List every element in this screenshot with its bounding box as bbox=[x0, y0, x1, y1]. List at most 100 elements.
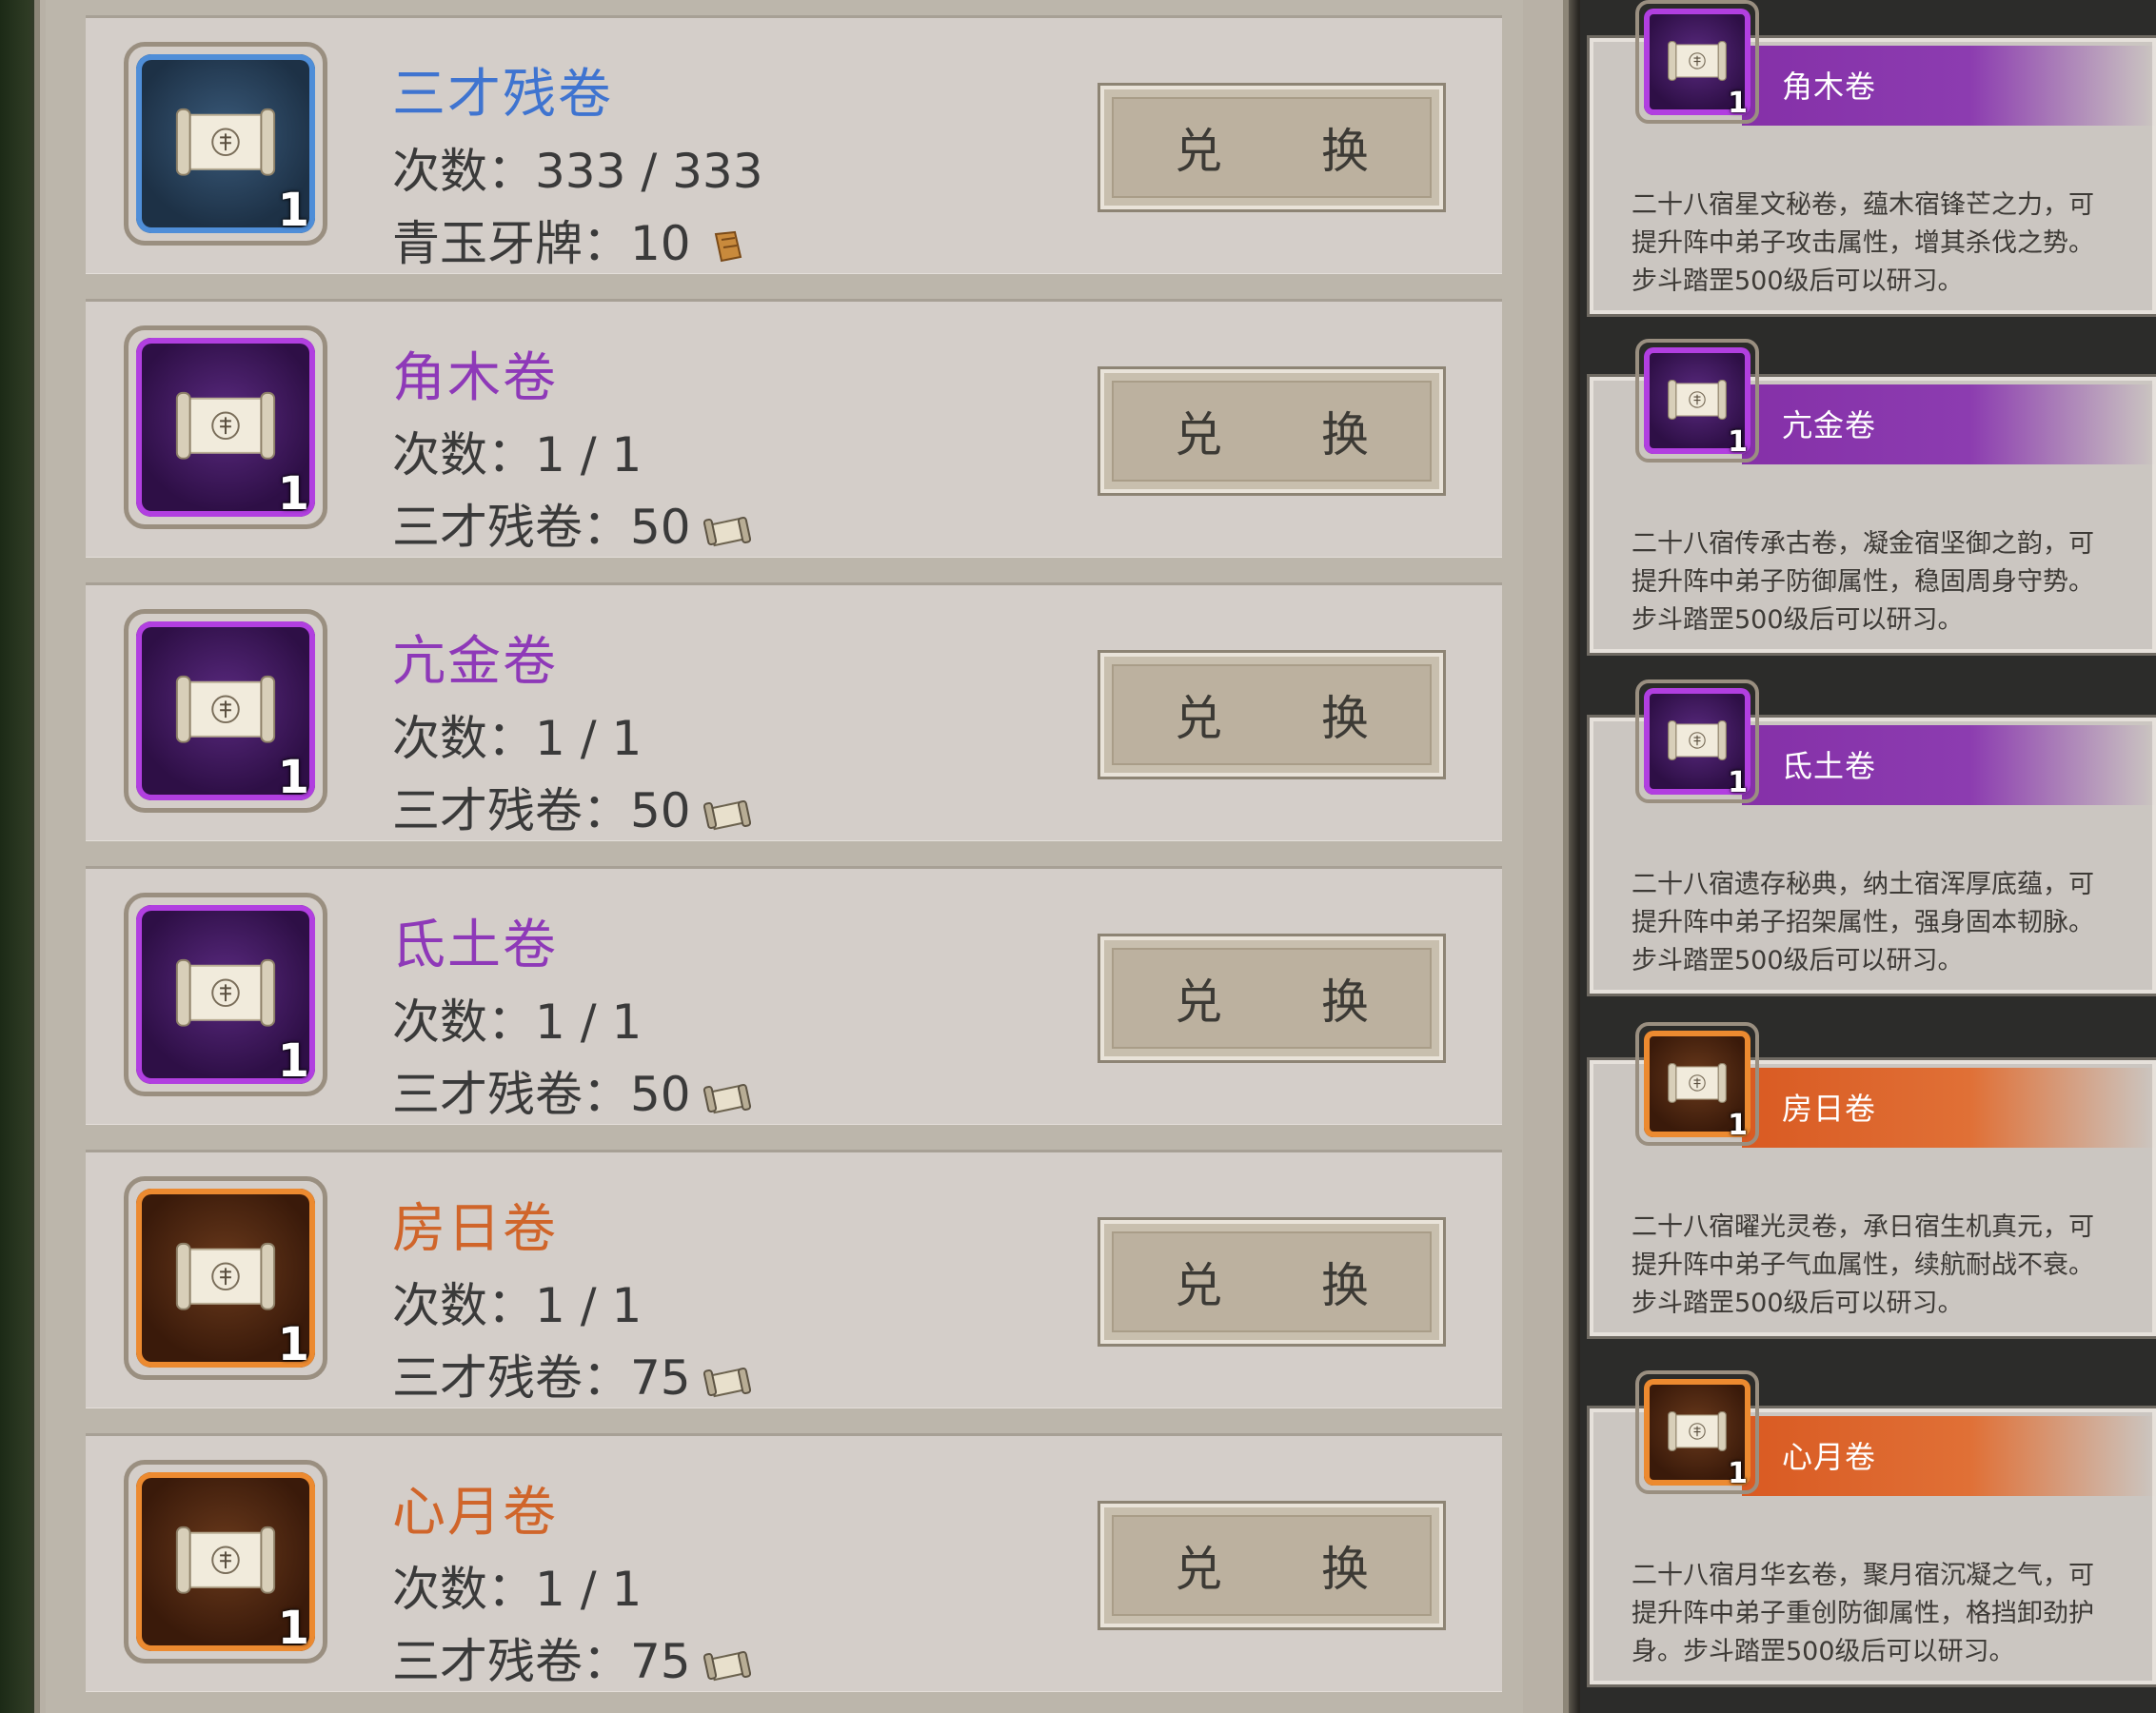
item-count: 1 bbox=[277, 751, 309, 804]
card-item-count: 1 bbox=[1728, 1457, 1748, 1490]
scroll-fragment-icon bbox=[702, 1650, 751, 1681]
card-description-line: 提升阵中弟子招架属性，强身固本韧脉。 bbox=[1632, 908, 2094, 937]
exchange-row: 1 心月卷次数：1 / 1 三才残卷：75 兑 换 bbox=[86, 1433, 1502, 1692]
card-item-icon[interactable]: 1 bbox=[1635, 679, 1759, 803]
exchange-cost-text: 三才残卷：50 bbox=[392, 1067, 691, 1122]
exchange-cost: 三才残卷：50 bbox=[392, 1056, 752, 1125]
exchange-button[interactable]: 兑 换 bbox=[1098, 1217, 1446, 1347]
scroll-fragment-icon bbox=[702, 516, 751, 546]
item-info-card: 心月卷 1 二十八宿月华玄卷，聚月宿沉凝之气，可 提升阵中弟子重创防御属性，格挡卸劲… bbox=[1587, 1370, 2156, 1687]
item-count: 1 bbox=[277, 184, 309, 237]
card-description: 二十八宿曜光灵卷，承日宿生机真元，可 提升阵中弟子气血属性，续航耐战不衰。 步斗踏罡… bbox=[1632, 1209, 2126, 1323]
card-item-icon[interactable]: 1 bbox=[1635, 1022, 1759, 1146]
exchange-times: 次数：1 / 1 bbox=[392, 994, 643, 1050]
card-description-line: 步斗踏罡500级后可以研习。 bbox=[1632, 1289, 1964, 1318]
card-description: 二十八宿月华玄卷，聚月宿沉凝之气，可 提升阵中弟子重创防御属性，格挡卸劲护 身。步斗… bbox=[1632, 1557, 2126, 1671]
card-title: 氐土卷 bbox=[1782, 748, 1877, 784]
card-item-count: 1 bbox=[1728, 87, 1748, 120]
scroll-icon bbox=[1668, 40, 1727, 81]
scroll-fragment-icon bbox=[702, 1367, 751, 1397]
exchange-cost: 三才残卷：50 bbox=[392, 773, 752, 841]
scroll-icon bbox=[1668, 1410, 1727, 1451]
exchange-row: 1 房日卷次数：1 / 1 三才残卷：75 兑 换 bbox=[86, 1150, 1502, 1408]
scroll-icon bbox=[1668, 1062, 1727, 1103]
item-info-card: 角木卷 1 二十八宿星文秘卷，蕴木宿锋芒之力，可 提升阵中弟子攻击属性，增其杀伐之势… bbox=[1587, 0, 2156, 317]
item-name: 亢金卷 bbox=[392, 631, 558, 693]
card-description-line: 二十八宿星文秘卷，蕴木宿锋芒之力，可 bbox=[1632, 190, 2094, 220]
exchange-cost-text: 青玉牙牌：10 bbox=[392, 216, 691, 271]
scroll-fragment-icon bbox=[702, 799, 751, 830]
scroll-icon bbox=[175, 108, 276, 176]
item-icon-slot[interactable]: 1 bbox=[124, 325, 327, 529]
jade-token-icon bbox=[714, 230, 742, 262]
exchange-button[interactable]: 兑 换 bbox=[1098, 934, 1446, 1063]
card-description-line: 提升阵中弟子气血属性，续航耐战不衰。 bbox=[1632, 1250, 2094, 1280]
scroll-icon bbox=[1668, 719, 1727, 760]
card-description-line: 提升阵中弟子防御属性，稳固周身守势。 bbox=[1632, 567, 2094, 597]
item-icon-slot[interactable]: 1 bbox=[124, 893, 327, 1096]
card-title: 房日卷 bbox=[1782, 1091, 1877, 1127]
exchange-cost: 青玉牙牌：10 bbox=[392, 206, 752, 274]
item-count: 1 bbox=[277, 1034, 309, 1088]
card-title: 心月卷 bbox=[1782, 1439, 1877, 1475]
item-info-card: 亢金卷 1 二十八宿传承古卷，凝金宿坚御之韵，可 提升阵中弟子防御属性，稳固周身守势… bbox=[1587, 339, 2156, 656]
card-item-count: 1 bbox=[1728, 766, 1748, 799]
exchange-button[interactable]: 兑 换 bbox=[1098, 366, 1446, 496]
card-description-line: 二十八宿月华玄卷，聚月宿沉凝之气，可 bbox=[1632, 1561, 2094, 1590]
item-count: 1 bbox=[277, 467, 309, 521]
card-description: 二十八宿星文秘卷，蕴木宿锋芒之力，可 提升阵中弟子攻击属性，增其杀伐之势。 步斗踏罡… bbox=[1632, 187, 2126, 301]
exchange-cost-text: 三才残卷：75 bbox=[392, 1350, 691, 1406]
scroll-fragment-icon bbox=[702, 1083, 751, 1113]
card-item-icon[interactable]: 1 bbox=[1635, 1370, 1759, 1494]
card-title: 亢金卷 bbox=[1782, 407, 1877, 443]
item-count: 1 bbox=[277, 1318, 309, 1371]
exchange-cost-text: 三才残卷：75 bbox=[392, 1634, 691, 1689]
scroll-icon bbox=[175, 1242, 276, 1310]
card-item-count: 1 bbox=[1728, 425, 1748, 459]
exchange-button[interactable]: 兑 换 bbox=[1098, 83, 1446, 212]
exchange-row: 1 氐土卷次数：1 / 1 三才残卷：50 兑 换 bbox=[86, 866, 1502, 1125]
item-name: 心月卷 bbox=[392, 1482, 558, 1544]
item-name: 角木卷 bbox=[392, 347, 558, 409]
exchange-times: 次数：1 / 1 bbox=[392, 427, 643, 482]
item-name: 房日卷 bbox=[392, 1198, 558, 1260]
scroll-icon bbox=[175, 391, 276, 460]
card-description-line: 步斗踏罡500级后可以研习。 bbox=[1632, 946, 1964, 975]
exchange-cost-text: 三才残卷：50 bbox=[392, 500, 691, 555]
card-item-icon[interactable]: 1 bbox=[1635, 0, 1759, 124]
exchange-row: 1 三才残卷次数：333 / 333 青玉牙牌：10 兑 换 bbox=[86, 15, 1502, 274]
item-count: 1 bbox=[277, 1602, 309, 1655]
item-name: 三才残卷 bbox=[392, 64, 613, 126]
card-description-line: 提升阵中弟子攻击属性，增其杀伐之势。 bbox=[1632, 228, 2094, 258]
card-description-line: 身。步斗踏罡500级后可以研习。 bbox=[1632, 1637, 2015, 1666]
exchange-times: 次数：1 / 1 bbox=[392, 1278, 643, 1333]
item-info-card: 氐土卷 1 二十八宿遗存秘典，纳土宿浑厚底蕴，可 提升阵中弟子招架属性，强身固本韧脉… bbox=[1587, 679, 2156, 996]
item-icon-slot[interactable]: 1 bbox=[124, 42, 327, 246]
card-description-line: 步斗踏罡500级后可以研习。 bbox=[1632, 605, 1964, 635]
scroll-icon bbox=[175, 1526, 276, 1594]
item-icon-slot[interactable]: 1 bbox=[124, 609, 327, 813]
card-title: 角木卷 bbox=[1782, 69, 1877, 105]
card-description-line: 提升阵中弟子重创防御属性，格挡卸劲护 bbox=[1632, 1599, 2094, 1628]
item-icon-slot[interactable]: 1 bbox=[124, 1176, 327, 1380]
item-icon-slot[interactable]: 1 bbox=[124, 1460, 327, 1664]
scroll-icon bbox=[1668, 379, 1727, 420]
exchange-button[interactable]: 兑 换 bbox=[1098, 1501, 1446, 1630]
exchange-row: 1 角木卷次数：1 / 1 三才残卷：50 兑 换 bbox=[86, 299, 1502, 558]
exchange-times: 次数：1 / 1 bbox=[392, 711, 643, 766]
exchange-cost-text: 三才残卷：50 bbox=[392, 783, 691, 838]
card-item-icon[interactable]: 1 bbox=[1635, 339, 1759, 463]
exchange-row: 1 亢金卷次数：1 / 1 三才残卷：50 兑 换 bbox=[86, 582, 1502, 841]
exchange-times: 次数：333 / 333 bbox=[392, 144, 763, 199]
exchange-button[interactable]: 兑 换 bbox=[1098, 650, 1446, 779]
exchange-cost: 三才残卷：50 bbox=[392, 489, 752, 558]
exchange-times: 次数：1 / 1 bbox=[392, 1562, 643, 1617]
card-description-line: 步斗踏罡500级后可以研习。 bbox=[1632, 266, 1964, 296]
card-description-line: 二十八宿遗存秘典，纳土宿浑厚底蕴，可 bbox=[1632, 870, 2094, 899]
card-description: 二十八宿传承古卷，凝金宿坚御之韵，可 提升阵中弟子防御属性，稳固周身守势。 步斗踏罡… bbox=[1632, 525, 2126, 640]
card-description-line: 二十八宿曜光灵卷，承日宿生机真元，可 bbox=[1632, 1212, 2094, 1242]
exchange-cost: 三才残卷：75 bbox=[392, 1340, 752, 1408]
item-info-card: 房日卷 1 二十八宿曜光灵卷，承日宿生机真元，可 提升阵中弟子气血属性，续航耐战不衰… bbox=[1587, 1022, 2156, 1339]
scroll-icon bbox=[175, 958, 276, 1027]
item-name: 氐土卷 bbox=[392, 915, 558, 976]
